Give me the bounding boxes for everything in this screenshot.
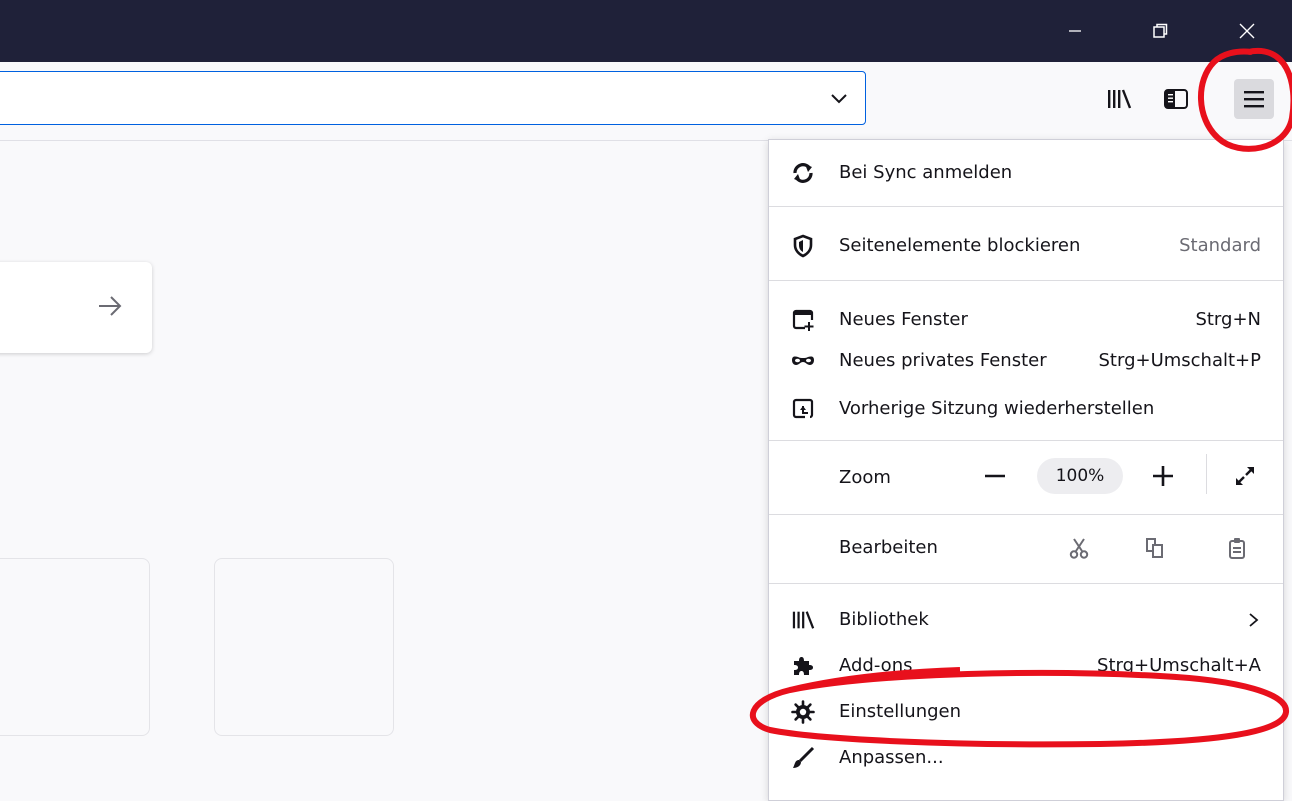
zoom-label: Zoom xyxy=(839,467,891,488)
minus-icon xyxy=(985,474,1005,478)
edit-label: Bearbeiten xyxy=(839,537,938,558)
menu-item-settings[interactable]: Einstellungen xyxy=(769,692,1283,732)
url-bar[interactable] xyxy=(0,71,866,125)
menu-item-customize[interactable]: Anpassen... xyxy=(769,738,1283,778)
top-site-tile[interactable] xyxy=(0,558,150,736)
minimize-icon xyxy=(1069,30,1081,32)
sidebar-icon xyxy=(1164,89,1188,109)
separator xyxy=(769,280,1283,281)
addons-shortcut: Strg+Umschalt+A xyxy=(1097,655,1261,676)
separator xyxy=(1206,454,1207,494)
fullscreen-button[interactable] xyxy=(1227,458,1263,494)
menu-item-tracking-protection[interactable]: Seitenelemente blockieren Standard xyxy=(769,226,1283,266)
navigation-toolbar xyxy=(0,62,1292,141)
new-window-icon xyxy=(791,308,815,332)
zoom-reset-button[interactable]: 100% xyxy=(1037,458,1123,494)
menu-item-private-window[interactable]: Neues privates Fenster Strg+Umschalt+P xyxy=(769,341,1283,381)
restore-session-label: Vorherige Sitzung wiederherstellen xyxy=(839,398,1155,419)
menu-item-addons[interactable]: Add-ons Strg+Umschalt+A xyxy=(769,646,1283,686)
sync-label: Bei Sync anmelden xyxy=(839,162,1013,183)
sidebar-button[interactable] xyxy=(1156,79,1196,119)
menu-item-library[interactable]: Bibliothek xyxy=(769,600,1283,640)
arrow-right-icon[interactable] xyxy=(96,292,124,320)
shield-icon xyxy=(791,234,815,258)
separator xyxy=(769,440,1283,441)
separator xyxy=(769,583,1283,584)
menu-item-sync[interactable]: Bei Sync anmelden xyxy=(769,153,1283,193)
menu-item-new-window[interactable]: Neues Fenster Strg+N xyxy=(769,300,1283,340)
open-menu-button[interactable] xyxy=(1234,79,1274,119)
cut-button[interactable] xyxy=(1061,530,1097,566)
restore-button[interactable] xyxy=(1137,0,1183,62)
library-icon xyxy=(1108,89,1132,109)
addons-label: Add-ons xyxy=(839,655,913,676)
tracking-label: Seitenelemente blockieren xyxy=(839,235,1081,256)
settings-label: Einstellungen xyxy=(839,701,962,722)
library-button[interactable] xyxy=(1099,79,1139,119)
mask-icon xyxy=(791,349,815,373)
restore-session-icon xyxy=(791,397,815,421)
customize-label: Anpassen... xyxy=(839,747,944,768)
app-menu-panel: Bei Sync anmelden Seitenelemente blockie… xyxy=(768,139,1284,801)
plus-icon xyxy=(1153,466,1173,486)
paste-button[interactable] xyxy=(1219,530,1255,566)
close-window-button[interactable] xyxy=(1224,0,1270,62)
search-box[interactable] xyxy=(0,262,152,353)
scissors-icon xyxy=(1069,538,1089,559)
edit-row: Bearbeiten xyxy=(769,528,1283,568)
title-bar xyxy=(0,0,1292,62)
minimize-button[interactable] xyxy=(1052,0,1098,62)
new-window-shortcut: Strg+N xyxy=(1195,309,1261,330)
separator xyxy=(769,206,1283,207)
url-dropdown-button[interactable] xyxy=(825,84,853,112)
fullscreen-icon xyxy=(1236,467,1254,485)
brush-icon xyxy=(791,746,815,770)
copy-button[interactable] xyxy=(1137,530,1173,566)
library-icon xyxy=(791,608,815,632)
zoom-out-button[interactable] xyxy=(977,458,1013,494)
sync-icon xyxy=(791,161,815,185)
top-site-tile[interactable] xyxy=(214,558,394,736)
gear-icon xyxy=(791,700,815,724)
private-window-label: Neues privates Fenster xyxy=(839,350,1047,371)
clipboard-icon xyxy=(1229,538,1245,559)
menu-item-restore-session[interactable]: Vorherige Sitzung wiederherstellen xyxy=(769,389,1283,429)
chevron-right-icon xyxy=(1247,608,1261,639)
copy-icon xyxy=(1146,538,1163,558)
separator xyxy=(769,514,1283,515)
restore-icon xyxy=(1153,23,1168,38)
tracking-value: Standard xyxy=(1179,235,1261,256)
new-window-label: Neues Fenster xyxy=(839,309,968,330)
zoom-in-button[interactable] xyxy=(1145,458,1181,494)
chevron-down-icon xyxy=(831,94,847,104)
hamburger-menu-icon xyxy=(1244,91,1264,108)
library-label: Bibliothek xyxy=(839,609,929,630)
private-window-shortcut: Strg+Umschalt+P xyxy=(1098,350,1262,371)
close-icon xyxy=(1239,23,1255,39)
puzzle-icon xyxy=(791,654,815,678)
